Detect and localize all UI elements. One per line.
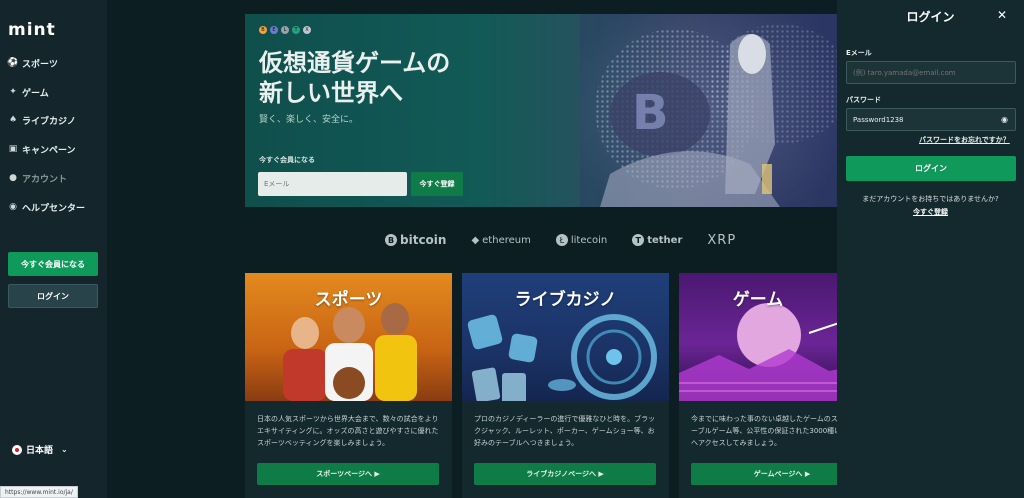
- forgot-password-link[interactable]: パスワードをお忘れですか？: [919, 135, 1010, 145]
- svg-text:B: B: [632, 85, 669, 141]
- sports-card-image: スポーツ: [245, 273, 452, 401]
- browser-status-url: https://www.mint.io/ja/: [0, 486, 78, 498]
- games-card[interactable]: ゲーム 今までに味わった事のない卓越したゲームのスロットやテーブルゲーム等、公平…: [679, 273, 837, 498]
- live-casino-card[interactable]: ライブカジノ プロのカジノディーラーの進行で優雅なひと時を。ブラックジャック、ル…: [462, 273, 669, 498]
- gift-icon: ▣: [8, 144, 18, 154]
- sidebar: mint ⚽ スポーツ ✦ ゲーム ♠ ライブカジノ ▣ キャンペーン ● アカ…: [0, 0, 107, 498]
- coin-bitcoin-icon: B: [259, 26, 267, 34]
- live-casino-page-button[interactable]: ライブカジノページへ ▶: [474, 463, 656, 485]
- coin-icons: B E L T X: [259, 26, 311, 34]
- hero-illustration: B: [580, 14, 837, 207]
- sports-card-title: スポーツ: [314, 290, 383, 310]
- sidebar-item-label: ライブカジノ: [22, 116, 76, 127]
- xrp-logo: XRP: [707, 233, 736, 248]
- bitcoin-logo: B bitcoin: [385, 233, 446, 247]
- password-field[interactable]: [846, 108, 1016, 131]
- join-now-button[interactable]: 今すぐ会員になる: [8, 252, 98, 276]
- live-casino-card-description: プロのカジノディーラーの進行で優雅なひと時を。ブラックジャック、ルーレット、ポー…: [474, 415, 656, 447]
- sidebar-item-label: ヘルプセンター: [22, 203, 86, 214]
- sidebar-item-label: ゲーム: [22, 88, 49, 99]
- soccer-ball-icon: ⚽: [7, 58, 19, 68]
- coin-ethereum-icon: E: [270, 26, 278, 34]
- coin-tether-icon: T: [292, 26, 300, 34]
- games-card-title: ゲーム: [732, 290, 784, 310]
- litecoin-icon: Ł: [555, 234, 568, 246]
- tether-icon: T: [632, 234, 645, 246]
- games-page-button[interactable]: ゲームページへ ▶: [691, 463, 837, 485]
- sidebar-item-campaign[interactable]: ▣ キャンペーン: [8, 142, 76, 156]
- litecoin-logo: Ł litecoin: [555, 234, 608, 246]
- sidebar-item-account[interactable]: ● アカウント: [8, 171, 67, 185]
- cards-icon: ♠: [8, 115, 18, 125]
- language-selector[interactable]: 日本語 ⌄: [12, 443, 68, 456]
- sports-card[interactable]: スポーツ 日本の人気スポーツから世界大会まで、数々の試合をよりエキサイティングに…: [245, 273, 452, 498]
- chevron-down-icon: ⌄: [61, 445, 68, 454]
- ethereum-logo: ◆ ethereum: [471, 235, 530, 246]
- hero-banner: B E L T X 仮想通貨ゲームの 新しい世界へ 賢く、楽しく、安全に。 今す…: [245, 14, 837, 207]
- bitcoin-icon: B: [385, 234, 397, 246]
- sidebar-item-label: スポーツ: [22, 59, 58, 70]
- coin-xrp-icon: X: [303, 26, 311, 34]
- login-panel: ログイン ✕ Eメール パスワード ◉ パスワードをお忘れですか？ ログイン ま…: [837, 0, 1024, 498]
- language-label: 日本語: [26, 446, 54, 456]
- hero-subtitle: 賢く、楽しく、安全に。: [259, 115, 359, 125]
- sidebar-login-button[interactable]: ログイン: [8, 284, 98, 308]
- sidebar-item-help[interactable]: ◉ ヘルプセンター: [8, 200, 85, 214]
- games-card-image: ゲーム: [679, 273, 837, 401]
- sports-page-button[interactable]: スポーツページへ ▶: [257, 463, 439, 485]
- sidebar-item-games[interactable]: ✦ ゲーム: [8, 85, 49, 99]
- password-label: パスワード: [846, 96, 881, 104]
- no-account-text: まだアカウントをお持ちではありませんか?: [862, 195, 999, 203]
- mint-logo[interactable]: mint: [8, 20, 56, 40]
- hero-title-line2: 新しい世界へ: [259, 79, 403, 107]
- hero-register-button[interactable]: 今すぐ登録: [411, 172, 463, 196]
- bitcoin-label: bitcoin: [400, 233, 447, 247]
- email-field[interactable]: [846, 61, 1016, 84]
- hero-title-line1: 仮想通貨ゲームの: [259, 49, 451, 77]
- register-link[interactable]: 今すぐ登録: [837, 207, 1024, 217]
- gamepad-icon: ✦: [9, 87, 17, 97]
- email-label: Eメール: [846, 49, 872, 57]
- hero-email-input[interactable]: [258, 172, 407, 196]
- tether-logo: T tether: [632, 234, 682, 246]
- hero-join-prompt: 今すぐ会員になる: [259, 156, 315, 164]
- hero-title: 仮想通貨ゲームの 新しい世界へ: [259, 48, 509, 108]
- login-panel-title: ログイン: [906, 10, 955, 24]
- sidebar-item-sports[interactable]: ⚽ スポーツ: [7, 56, 58, 70]
- user-icon: ●: [9, 173, 17, 183]
- close-icon[interactable]: ✕: [997, 8, 1007, 22]
- litecoin-label: litecoin: [570, 234, 608, 246]
- tether-label: tether: [647, 234, 683, 246]
- ethereum-icon: ◆: [471, 234, 480, 246]
- xrp-label: XRP: [707, 232, 737, 248]
- games-card-description: 今までに味わった事のない卓越したゲームのスロットやテーブルゲーム等、公平性の保証…: [691, 415, 837, 447]
- login-button[interactable]: ログイン: [846, 156, 1016, 181]
- japan-flag-icon: [12, 444, 22, 455]
- chat-icon: ◉: [9, 202, 17, 212]
- live-casino-card-image: ライブカジノ: [462, 273, 669, 401]
- live-casino-card-title: ライブカジノ: [514, 290, 617, 310]
- coin-litecoin-icon: L: [281, 26, 289, 34]
- show-password-icon[interactable]: ◉: [1001, 115, 1008, 124]
- sidebar-item-label: キャンペーン: [22, 145, 76, 156]
- sports-card-description: 日本の人気スポーツから世界大会まで、数々の試合をよりエキサイティングに。オッズの…: [257, 415, 439, 447]
- ethereum-label: ethereum: [482, 234, 531, 246]
- sidebar-item-label: アカウント: [22, 174, 68, 185]
- sidebar-item-live-casino[interactable]: ♠ ライブカジノ: [8, 113, 76, 127]
- crypto-logos: B bitcoin ◆ ethereum Ł litecoin T tether…: [385, 232, 736, 248]
